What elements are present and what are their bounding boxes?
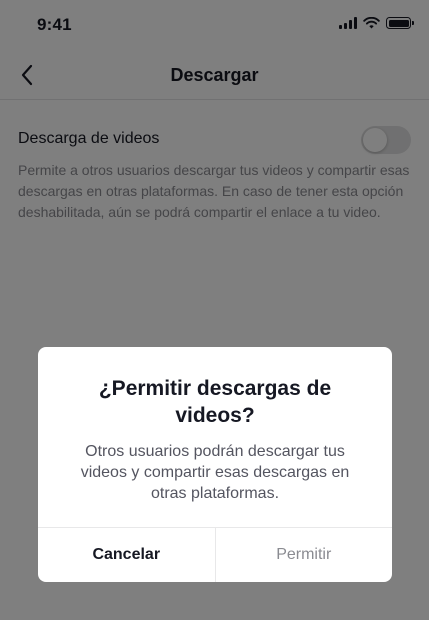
cancel-button[interactable]: Cancelar [38,528,216,582]
allow-downloads-dialog: ¿Permitir descargas de videos? Otros usu… [38,347,392,582]
dialog-actions: Cancelar Permitir [38,527,392,582]
allow-button[interactable]: Permitir [216,528,393,582]
dialog-title: ¿Permitir descargas de videos? [98,377,332,427]
dialog-message: Otros usuarios podrán descargar tus vide… [80,443,350,502]
